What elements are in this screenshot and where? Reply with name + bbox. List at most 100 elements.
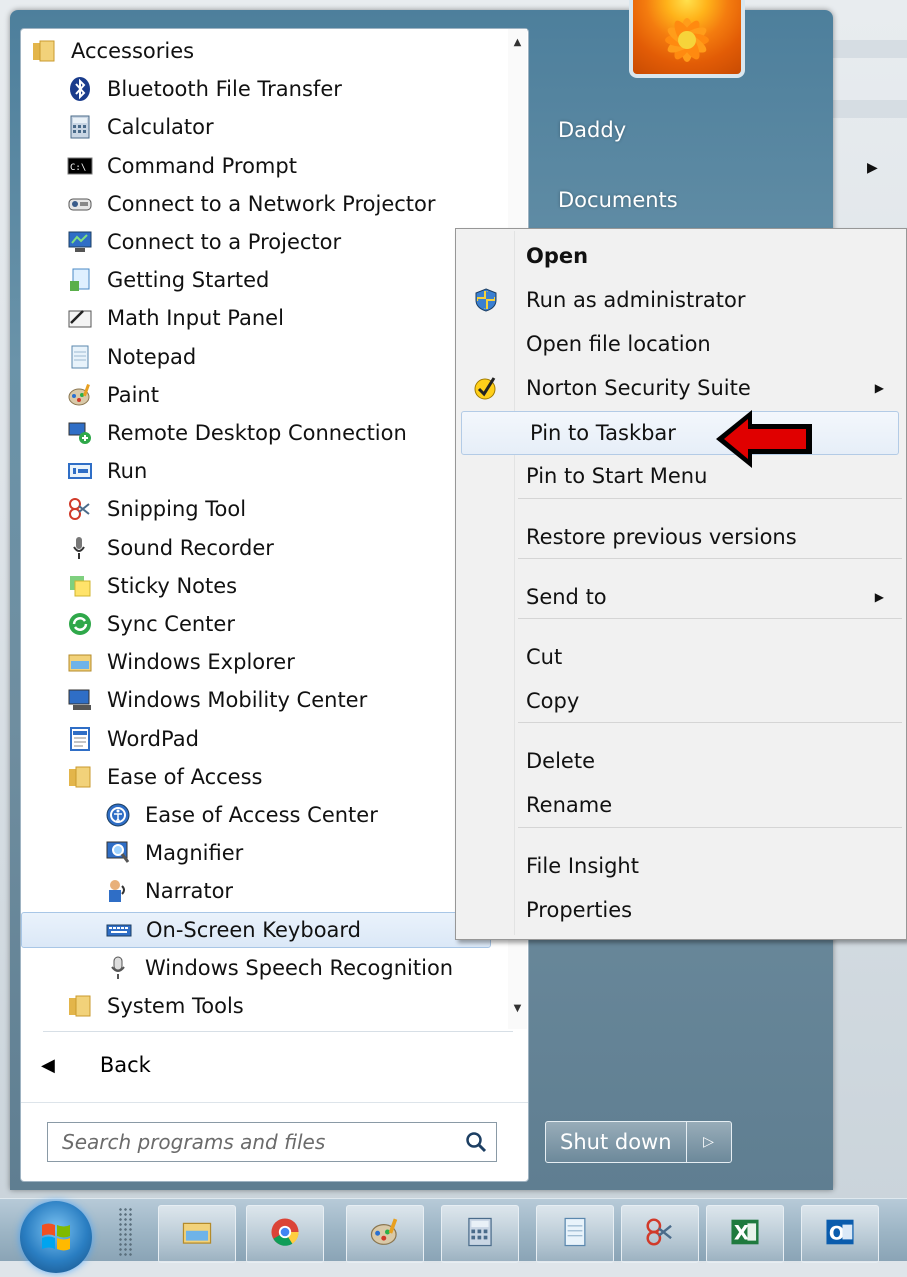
context-menu-item[interactable]: Open bbox=[458, 235, 902, 277]
shutdown-button[interactable]: Shut down ▷ bbox=[545, 1121, 732, 1163]
search-icon[interactable] bbox=[456, 1131, 496, 1153]
keyboard-icon bbox=[106, 917, 132, 943]
program-label: Run bbox=[107, 459, 148, 484]
snipping-tool-icon bbox=[67, 496, 93, 522]
wordpad-icon bbox=[67, 726, 93, 752]
scroll-up-icon[interactable]: ▲ bbox=[508, 33, 527, 53]
paint-icon bbox=[67, 382, 93, 408]
divider bbox=[21, 1102, 528, 1103]
chevron-right-icon[interactable]: ▶ bbox=[867, 160, 878, 176]
program-item[interactable]: Snipping Tool bbox=[67, 491, 246, 527]
search-box[interactable] bbox=[47, 1122, 497, 1162]
context-menu-item[interactable]: Rename bbox=[458, 784, 902, 826]
shutdown-options-icon[interactable]: ▷ bbox=[687, 1122, 731, 1162]
context-menu-separator bbox=[518, 618, 902, 619]
program-item[interactable]: Sound Recorder bbox=[67, 530, 274, 566]
context-menu-item[interactable]: Pin to Start Menu bbox=[458, 455, 902, 497]
context-menu: Open Run as administrator Open file locati… bbox=[455, 228, 907, 940]
taskbar-button[interactable] bbox=[346, 1205, 424, 1263]
math-input-icon bbox=[67, 305, 93, 331]
context-menu-item[interactable]: Send to ▶ bbox=[458, 576, 902, 618]
program-item[interactable]: Sticky Notes bbox=[67, 568, 237, 604]
bluetooth-icon bbox=[67, 76, 93, 102]
context-menu-label: Open file location bbox=[526, 332, 711, 356]
folder-icon bbox=[67, 993, 93, 1019]
context-menu-item[interactable]: Cut bbox=[458, 636, 902, 678]
program-item[interactable]: Math Input Panel bbox=[67, 300, 284, 336]
program-item[interactable]: WordPad bbox=[67, 721, 199, 757]
sync-center-icon bbox=[67, 611, 93, 637]
taskbar-button[interactable] bbox=[536, 1205, 614, 1263]
user-picture[interactable] bbox=[629, 0, 745, 78]
program-label: Remote Desktop Connection bbox=[107, 421, 407, 445]
program-item[interactable]: Bluetooth File Transfer bbox=[67, 71, 342, 107]
paint-icon bbox=[369, 1216, 401, 1252]
program-label: Narrator bbox=[145, 879, 234, 904]
remote-desktop-icon bbox=[67, 420, 93, 446]
uac-shield-icon bbox=[458, 287, 514, 313]
program-item[interactable]: Windows Speech Recognition bbox=[105, 950, 453, 986]
projector-icon bbox=[67, 229, 93, 255]
context-menu-item[interactable]: Copy bbox=[458, 680, 902, 722]
context-menu-label: Properties bbox=[526, 898, 633, 922]
context-menu-item[interactable]: Restore previous versions bbox=[458, 516, 902, 558]
notepad-icon bbox=[67, 344, 93, 370]
narrator-icon bbox=[105, 878, 131, 904]
context-menu-label: Pin to Taskbar bbox=[530, 421, 676, 445]
program-item[interactable]: On-Screen Keyboard bbox=[21, 911, 491, 948]
programs-list: Accessories Bluetooth File Transfer Calcul… bbox=[21, 29, 506, 1029]
program-item[interactable]: Magnifier bbox=[105, 835, 243, 871]
program-item[interactable]: Sync Center bbox=[67, 606, 235, 642]
ease-of-access-icon bbox=[105, 802, 131, 828]
desktop-blur bbox=[830, 100, 907, 118]
taskbar-button[interactable] bbox=[441, 1205, 519, 1263]
right-pane-documents[interactable]: Documents bbox=[558, 188, 678, 212]
taskbar-grip[interactable] bbox=[118, 1207, 134, 1257]
context-menu-item[interactable]: Pin to Taskbar bbox=[461, 411, 899, 455]
run-icon bbox=[67, 458, 93, 484]
context-menu-item[interactable]: Properties bbox=[458, 889, 902, 931]
command-prompt-icon: C:\ bbox=[67, 153, 93, 179]
context-menu-item[interactable]: Norton Security Suite ▶ bbox=[458, 367, 902, 409]
program-item[interactable]: Remote Desktop Connection bbox=[67, 415, 407, 451]
program-item[interactable]: Ease of Access Center bbox=[105, 797, 378, 833]
program-item[interactable]: Ease of Access bbox=[67, 759, 262, 795]
program-label: Connect to a Network Projector bbox=[107, 191, 436, 216]
program-item[interactable]: Run bbox=[67, 453, 147, 489]
taskbar-button[interactable] bbox=[158, 1205, 236, 1263]
taskbar-button[interactable] bbox=[621, 1205, 699, 1263]
program-item[interactable]: Calculator bbox=[67, 109, 214, 145]
program-item[interactable]: Windows Explorer bbox=[67, 644, 295, 680]
windows-explorer-icon bbox=[67, 649, 93, 675]
program-item[interactable]: C:\ Command Prompt bbox=[67, 148, 297, 184]
submenu-arrow-icon: ▶ bbox=[874, 590, 884, 604]
back-button[interactable]: ◀ Back bbox=[41, 1047, 151, 1083]
program-item[interactable]: Accessories bbox=[31, 33, 194, 69]
program-item[interactable]: Connect to a Projector bbox=[67, 224, 341, 260]
program-item[interactable]: Windows Mobility Center bbox=[67, 682, 367, 718]
program-item[interactable]: Getting Started bbox=[67, 262, 269, 298]
scroll-down-icon[interactable]: ▼ bbox=[508, 999, 527, 1019]
start-button[interactable] bbox=[20, 1201, 92, 1273]
program-label: Windows Mobility Center bbox=[107, 688, 368, 713]
context-menu-label: File Insight bbox=[526, 854, 639, 878]
right-pane-user[interactable]: Daddy bbox=[558, 118, 626, 142]
getting-started-icon bbox=[67, 267, 93, 293]
program-item[interactable]: System Tools bbox=[67, 988, 244, 1024]
search-input[interactable] bbox=[48, 1129, 456, 1155]
program-item[interactable]: Narrator bbox=[105, 873, 233, 909]
submenu-arrow-icon: ▶ bbox=[874, 381, 884, 395]
context-menu-item[interactable]: File Insight bbox=[458, 845, 902, 887]
taskbar-button[interactable]: X bbox=[706, 1205, 784, 1263]
taskbar-button[interactable]: O bbox=[801, 1205, 879, 1263]
program-label: Ease of Access bbox=[107, 764, 263, 789]
shutdown-label[interactable]: Shut down bbox=[546, 1122, 687, 1162]
programs-pane: Accessories Bluetooth File Transfer Calcul… bbox=[20, 28, 529, 1182]
program-item[interactable]: Connect to a Network Projector bbox=[67, 186, 436, 222]
context-menu-item[interactable]: Open file location bbox=[458, 323, 902, 365]
context-menu-item[interactable]: Run as administrator bbox=[458, 279, 902, 321]
program-item[interactable]: Paint bbox=[67, 377, 159, 413]
program-item[interactable]: Notepad bbox=[67, 339, 196, 375]
taskbar-button[interactable] bbox=[246, 1205, 324, 1263]
context-menu-item[interactable]: Delete bbox=[458, 740, 902, 782]
